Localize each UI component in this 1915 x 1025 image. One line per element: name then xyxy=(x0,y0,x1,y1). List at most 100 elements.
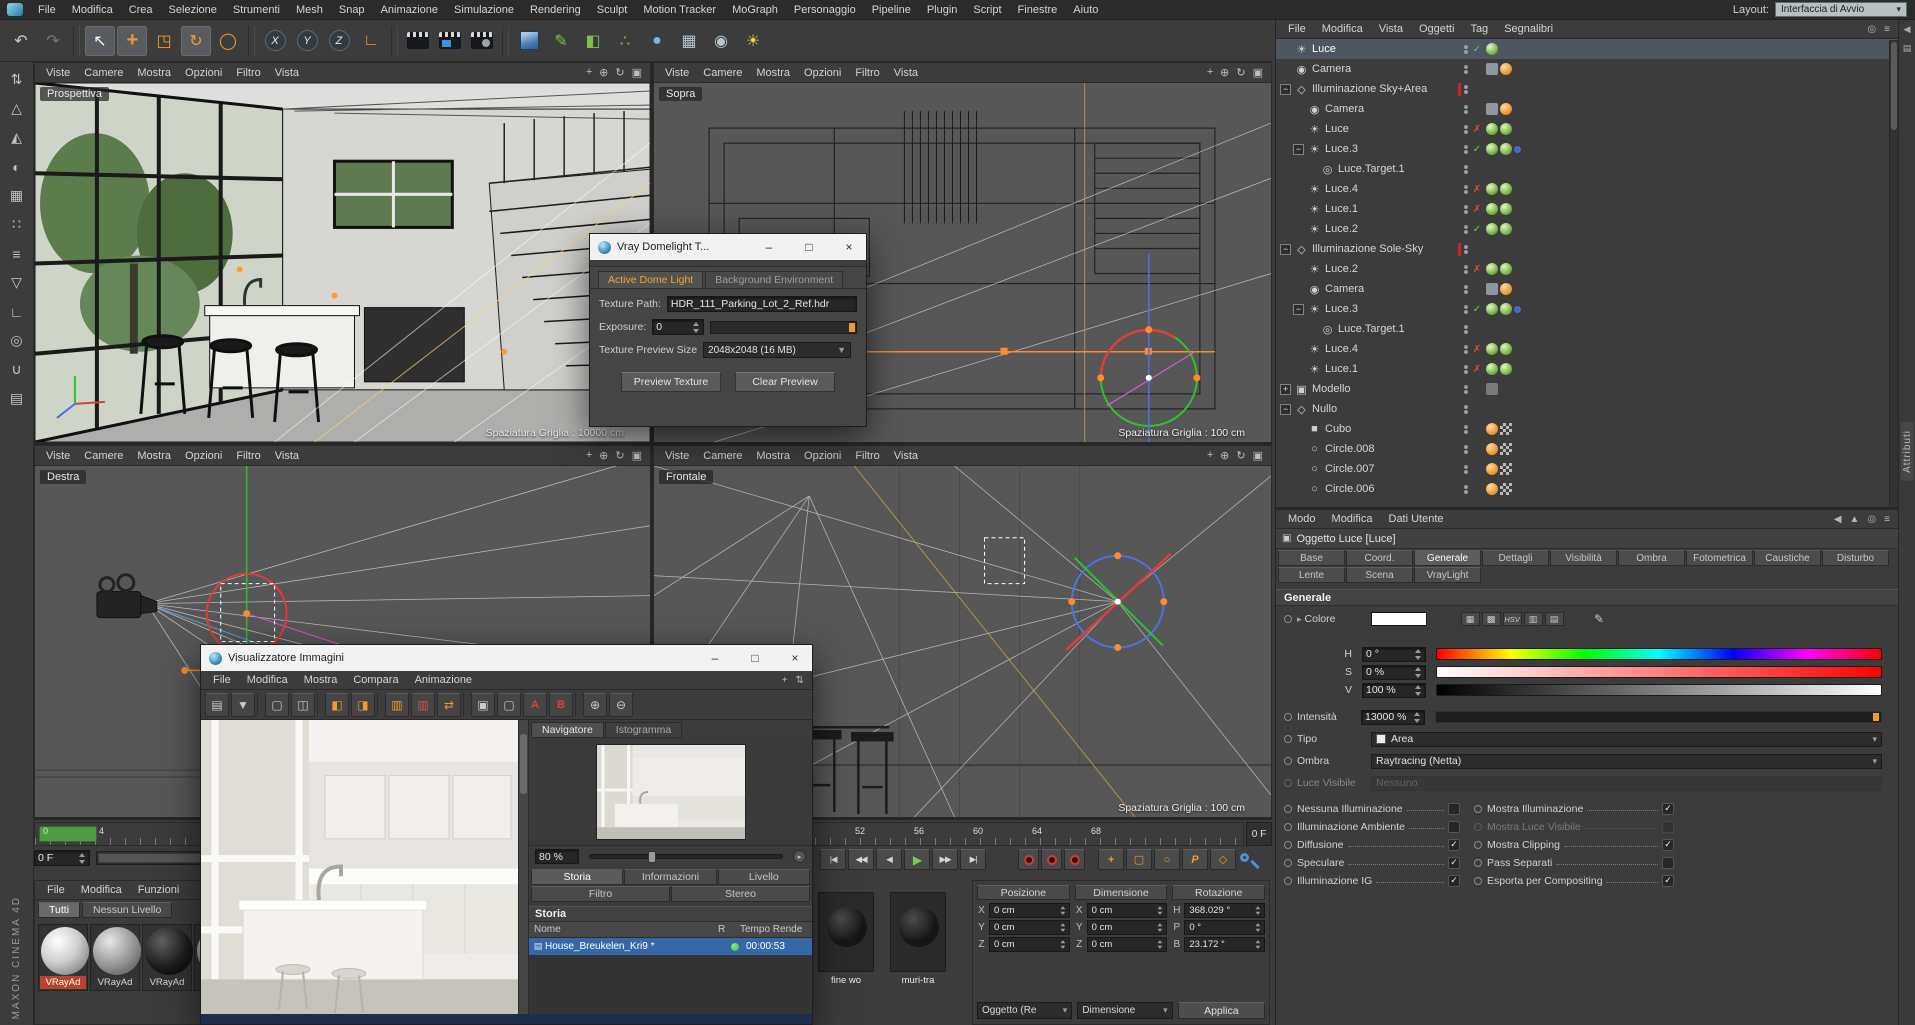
tree-row[interactable]: ○ Circle.007 ✓ xyxy=(1276,459,1898,479)
attribute-tab[interactable]: Scena xyxy=(1346,567,1413,583)
label-b-icon[interactable]: B xyxy=(549,693,573,717)
checker-tag-icon[interactable] xyxy=(1500,443,1512,455)
zoom-field[interactable]: 80 % xyxy=(535,849,579,864)
viewport-menu-item[interactable]: Vista xyxy=(268,67,306,79)
dialog-tab[interactable]: Background Environment xyxy=(705,271,843,288)
stepper-icon[interactable] xyxy=(1413,667,1422,678)
checker-tag-icon[interactable] xyxy=(1500,423,1512,435)
tree-expander-icon[interactable]: + xyxy=(1280,384,1291,395)
visibility-dots-icon[interactable] xyxy=(1464,145,1468,154)
close-button[interactable]: × xyxy=(832,234,866,260)
open-image-icon[interactable]: ▤ xyxy=(205,693,229,717)
search-icon[interactable]: ◎ xyxy=(1867,514,1876,525)
object-manager-scrollbar[interactable] xyxy=(1889,40,1898,507)
viewport-menu-item[interactable]: Viste xyxy=(39,67,77,79)
set-image-b-icon[interactable]: ▥ xyxy=(411,693,435,717)
stepper-icon[interactable] xyxy=(1059,940,1066,949)
enable-state-icon[interactable]: ✓ xyxy=(1471,44,1483,55)
prev-frame-button[interactable]: ◀ xyxy=(876,849,902,870)
tree-expander-icon[interactable] xyxy=(1306,164,1317,175)
checkbox[interactable] xyxy=(1448,803,1460,815)
enable-state-icon[interactable]: ✗ xyxy=(1471,344,1483,355)
menu-item[interactable]: Modifica xyxy=(1324,513,1381,525)
color-wheel-icon[interactable]: ▦ xyxy=(1461,612,1480,626)
viewport-menu-item[interactable]: Opzioni xyxy=(797,450,848,462)
material-filter-tab[interactable]: Nessun Livello xyxy=(82,902,172,918)
menu-item[interactable]: File xyxy=(39,884,73,896)
layer-color-bar[interactable] xyxy=(1458,203,1461,216)
orange-tag-icon[interactable] xyxy=(1486,483,1498,495)
tree-expander-icon[interactable]: − xyxy=(1280,404,1291,415)
viewport-menu-item[interactable]: Vista xyxy=(268,450,306,462)
pan-view-icon[interactable]: + xyxy=(1207,66,1213,79)
render-picture-viewer-icon[interactable] xyxy=(435,26,465,56)
visibility-dots-icon[interactable] xyxy=(1464,365,1468,374)
rotate-view-icon[interactable]: ↻ xyxy=(615,449,624,462)
lock-z-axis-icon[interactable]: Z xyxy=(324,26,354,56)
table-column-header[interactable]: Nome xyxy=(529,924,718,935)
toggle-view-icon[interactable]: ▣ xyxy=(632,66,642,79)
visibility-dots-icon[interactable] xyxy=(1464,465,1468,474)
label-a-icon[interactable]: A xyxy=(523,693,547,717)
visibility-dots-icon[interactable] xyxy=(1464,85,1468,94)
stepper-icon[interactable] xyxy=(1412,712,1421,723)
layer-color-bar[interactable] xyxy=(1458,243,1461,256)
viewer-toolbar-icon[interactable] xyxy=(377,693,383,717)
stepper-icon[interactable] xyxy=(1059,923,1066,932)
layer-color-bar[interactable] xyxy=(1458,143,1461,156)
dolly-view-icon[interactable]: ⊕ xyxy=(1220,449,1229,462)
checkbox[interactable] xyxy=(1662,803,1674,815)
menubar-item[interactable]: Selezione xyxy=(161,4,225,16)
add-sphere-icon[interactable]: ● xyxy=(642,26,672,56)
workplane-mode-icon[interactable]: ▦ xyxy=(3,183,31,208)
render-view-icon[interactable] xyxy=(403,26,433,56)
stepper-icon[interactable] xyxy=(1254,940,1261,949)
zoom-popup-icon[interactable]: ▸ xyxy=(793,850,806,863)
layer-color-bar[interactable] xyxy=(1458,323,1461,336)
viewport-menu-item[interactable]: Opzioni xyxy=(178,67,229,79)
scale-tool-icon[interactable]: ◳ xyxy=(149,26,179,56)
play-button[interactable]: ▶ xyxy=(904,849,930,870)
viewer-toolbar-icon[interactable] xyxy=(575,693,581,717)
layer-color-bar[interactable] xyxy=(1458,183,1461,196)
make-editable-icon[interactable]: △ xyxy=(3,96,31,121)
compare-mode-icon[interactable]: ◧ xyxy=(325,693,349,717)
visibility-dots-icon[interactable] xyxy=(1464,325,1468,334)
tree-row[interactable]: − ☀ Luce.3 ✓ xyxy=(1276,299,1898,319)
phong-tag-icon[interactable] xyxy=(1500,223,1512,235)
goto-end-button[interactable]: ▶| xyxy=(960,849,986,870)
tree-row[interactable]: − ☀ Luce.3 ✓ xyxy=(1276,139,1898,159)
dolly-view-icon[interactable]: ⊕ xyxy=(1220,66,1229,79)
layer-color-bar[interactable] xyxy=(1458,163,1461,176)
menubar-item[interactable]: Modifica xyxy=(64,4,121,16)
menubar-item[interactable]: Rendering xyxy=(522,4,589,16)
apply-button[interactable]: Applica xyxy=(1178,1002,1265,1019)
tree-expander-icon[interactable]: − xyxy=(1280,84,1291,95)
dolly-view-icon[interactable]: ⊕ xyxy=(599,66,608,79)
tree-row[interactable]: ◉ Camera ✓ xyxy=(1276,99,1898,119)
layer-color-bar[interactable] xyxy=(1458,303,1461,316)
tree-row[interactable]: − ◇ Illuminazione Sky+Area ✓ xyxy=(1276,79,1898,99)
history-up-icon[interactable]: ▲ xyxy=(1850,514,1860,525)
window-titlebar[interactable]: Visualizzatore Immagini – □ × xyxy=(201,645,812,671)
menubar-item[interactable]: Sculpt xyxy=(589,4,636,16)
compare-wipe-icon[interactable]: ◨ xyxy=(351,693,375,717)
menubar-item[interactable]: Personaggio xyxy=(786,4,864,16)
phong-tag-icon[interactable] xyxy=(1486,363,1498,375)
tree-row[interactable]: ○ Circle.006 ✓ xyxy=(1276,479,1898,499)
autokey-button[interactable] xyxy=(1041,849,1062,870)
zoom-in-icon[interactable]: ⊕ xyxy=(583,693,607,717)
gradient-bar[interactable] xyxy=(1436,666,1882,678)
pan-view-icon[interactable]: + xyxy=(586,66,592,79)
undo-icon[interactable]: ↶ xyxy=(6,26,36,56)
dialog-tab[interactable]: Active Dome Light xyxy=(598,271,703,288)
phong-tag-icon[interactable] xyxy=(1500,263,1512,275)
menu-item[interactable]: Oggetti xyxy=(1411,23,1462,35)
hsv-mode-button[interactable]: HSV xyxy=(1503,612,1522,626)
material-filter-tab[interactable]: Tutti xyxy=(38,902,80,918)
menu-item[interactable]: Segnalibri xyxy=(1496,23,1561,35)
tree-row[interactable]: ◎ Luce.Target.1 ✓ xyxy=(1276,319,1898,339)
dialog-button[interactable]: Clear Preview xyxy=(735,372,835,392)
checkbox[interactable] xyxy=(1448,839,1460,851)
visibility-dots-icon[interactable] xyxy=(1464,105,1468,114)
